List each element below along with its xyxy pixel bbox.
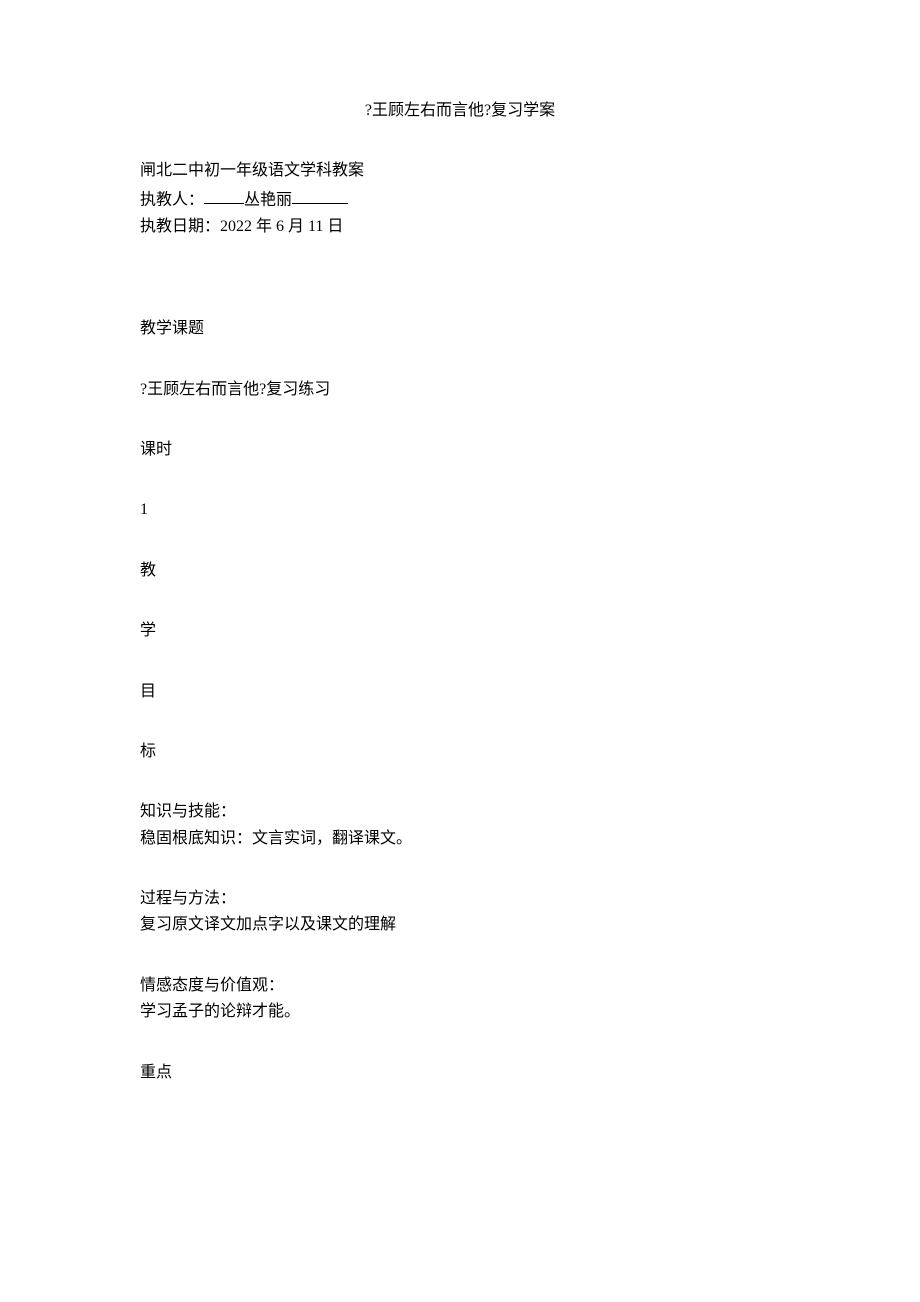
school-subject-line: 闸北二中初一年级语文学科教案 <box>140 160 780 182</box>
key-point-label: 重点 <box>140 1062 780 1084</box>
class-hours-value: 1 <box>140 499 780 521</box>
emotion-body: 学习孟子的论辩才能。 <box>140 1001 780 1023</box>
objective-char-3: 目 <box>140 681 780 703</box>
objective-char-1: 教 <box>140 560 780 582</box>
teacher-line: 执教人： 丛艳丽 <box>140 187 780 212</box>
objective-char-2: 学 <box>140 620 780 642</box>
class-hours-label: 课时 <box>140 439 780 461</box>
blank-after-name <box>292 187 348 205</box>
teaching-topic-label: 教学课题 <box>140 318 780 340</box>
emotion-heading: 情感态度与价值观： <box>140 975 780 997</box>
knowledge-skill-body: 稳固根底知识：文言实词，翻译课文。 <box>140 828 780 850</box>
teaching-topic-value: ?王顾左右而言他?复习练习 <box>140 379 780 401</box>
blank-before-name <box>204 187 244 205</box>
process-method-heading: 过程与方法： <box>140 888 780 910</box>
process-method-body: 复习原文译文加点字以及课文的理解 <box>140 914 780 936</box>
objective-char-4: 标 <box>140 741 780 763</box>
teacher-prefix: 执教人： <box>140 191 204 208</box>
document-title: ?王顾左右而言他?复习学案 <box>140 100 780 122</box>
teaching-date-line: 执教日期：2022 年 6 月 11 日 <box>140 216 780 238</box>
knowledge-skill-heading: 知识与技能： <box>140 801 780 823</box>
teacher-name: 丛艳丽 <box>244 191 292 208</box>
